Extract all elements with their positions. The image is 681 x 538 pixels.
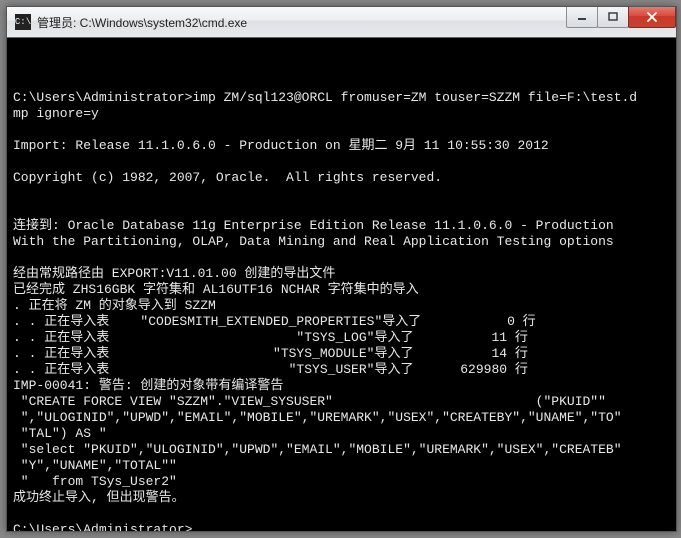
maximize-icon [608, 12, 618, 22]
terminal-line: With the Partitioning, OLAP, Data Mining… [13, 234, 670, 250]
terminal-line: ","ULOGINID","UPWD","EMAIL","MOBILE","UR… [13, 410, 670, 426]
titlebar[interactable]: C:\ 管理员: C:\Windows\system32\cmd.exe [7, 7, 676, 38]
terminal-line [13, 186, 670, 202]
terminal-line: Import: Release 11.1.0.6.0 - Production … [13, 138, 670, 154]
cmd-window: C:\ 管理员: C:\Windows\system32\cmd.exe C:\… [6, 6, 677, 532]
terminal-line: "select "PKUID","ULOGINID","UPWD","EMAIL… [13, 442, 670, 458]
terminal-line: 已经完成 ZHS16GBK 字符集和 AL16UTF16 NCHAR 字符集中的… [13, 282, 670, 298]
close-button[interactable] [628, 7, 676, 28]
terminal-line: . . 正在导入表 "CODESMITH_EXTENDED_PROPERTIES… [13, 314, 670, 330]
terminal-line [13, 506, 670, 522]
terminal-line: " from TSys_User2" [13, 474, 670, 490]
terminal-line [13, 250, 670, 266]
terminal-area[interactable]: C:\Users\Administrator>imp ZM/sql123@ORC… [7, 38, 676, 531]
terminal-line [13, 202, 670, 218]
minimize-icon [577, 12, 587, 22]
terminal-line: . . 正在导入表 "TSYS_MODULE"导入了 14 行 [13, 346, 670, 362]
terminal-line: C:\Users\Administrator> [13, 522, 192, 531]
terminal-line [13, 154, 670, 170]
terminal-line: 连接到: Oracle Database 11g Enterprise Edit… [13, 218, 670, 234]
window-buttons [567, 7, 676, 27]
terminal-line [13, 74, 670, 90]
window-title: 管理员: C:\Windows\system32\cmd.exe [37, 14, 247, 31]
terminal-line: 经由常规路径由 EXPORT:V11.01.00 创建的导出文件 [13, 266, 670, 282]
terminal-line: "TAL") AS " [13, 426, 670, 442]
cmd-icon: C:\ [15, 14, 31, 30]
terminal-line: C:\Users\Administrator>imp ZM/sql123@ORC… [13, 90, 670, 106]
terminal-line: . 正在将 ZM 的对象导入到 SZZM [13, 298, 670, 314]
terminal-line: . . 正在导入表 "TSYS_USER"导入了 629980 行 [13, 362, 670, 378]
terminal-line: IMP-00041: 警告: 创建的对象带有编译警告 [13, 378, 670, 394]
minimize-button[interactable] [566, 7, 598, 28]
terminal-line: Copyright (c) 1982, 2007, Oracle. All ri… [13, 170, 670, 186]
terminal-line: "Y","UNAME","TOTAL"" [13, 458, 670, 474]
terminal-line: mp ignore=y [13, 106, 670, 122]
terminal-line [13, 122, 670, 138]
close-icon [646, 12, 658, 22]
terminal-line: . . 正在导入表 "TSYS_LOG"导入了 11 行 [13, 330, 670, 346]
terminal-output: C:\Users\Administrator>imp ZM/sql123@ORC… [13, 74, 670, 531]
terminal-line: "CREATE FORCE VIEW "SZZM"."VIEW_SYSUSER"… [13, 394, 670, 410]
terminal-line: 成功终止导入, 但出现警告。 [13, 490, 670, 506]
maximize-button[interactable] [597, 7, 629, 28]
